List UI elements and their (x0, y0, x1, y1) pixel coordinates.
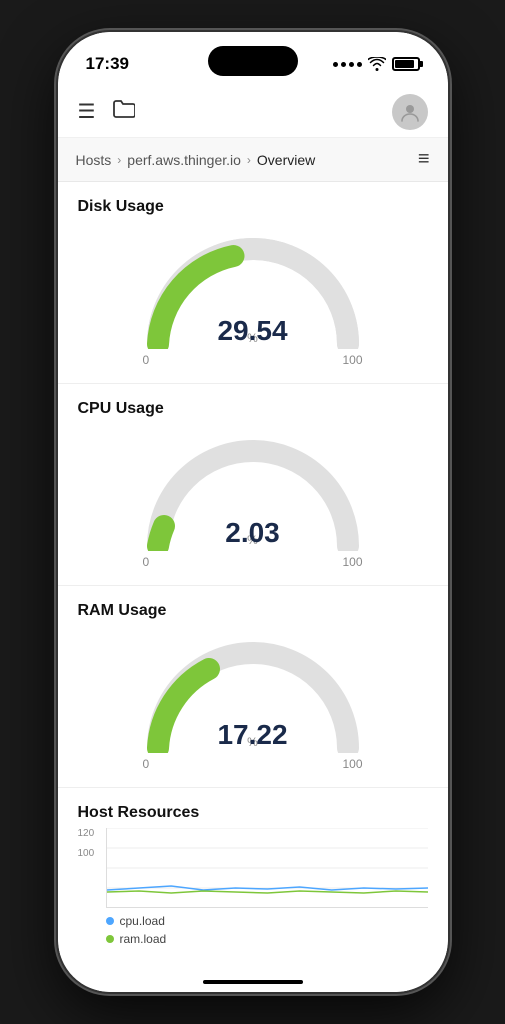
disk-gauge-container: 29.54 % 0 100 (78, 224, 428, 367)
cpu-max: 100 (342, 555, 362, 569)
ram-gauge: 17.22 % (143, 638, 363, 753)
wifi-icon (368, 57, 386, 71)
status-time: 17:39 (86, 54, 129, 74)
cpu-value: 2.03 (225, 519, 280, 547)
disk-value: 29.54 (217, 317, 287, 345)
cpu-gauge-container: 2.03 % 0 100 (78, 426, 428, 569)
status-icons (333, 57, 420, 71)
breadcrumb: Hosts › perf.aws.thinger.io › Overview (76, 152, 316, 168)
ram-min: 0 (143, 757, 150, 771)
legend-cpu-dot (106, 917, 114, 925)
nav-left: ☰ (78, 99, 136, 125)
chart-y-100: 100 (78, 848, 95, 859)
cpu-gauge: 2.03 % (143, 436, 363, 551)
host-resources-section: Host Resources 120 100 (58, 788, 448, 956)
ram-usage-section: RAM Usage 17.22 % 0 (58, 586, 448, 788)
disk-min: 0 (143, 353, 150, 367)
avatar[interactable] (392, 94, 428, 130)
legend-ram: ram.load (106, 932, 428, 946)
breadcrumb-hosts[interactable]: Hosts (76, 152, 112, 168)
home-indicator (203, 980, 303, 984)
cpu-min: 0 (143, 555, 150, 569)
breadcrumb-bar: Hosts › perf.aws.thinger.io › Overview ≡ (58, 138, 448, 182)
disk-gauge: 29.54 % (143, 234, 363, 349)
ram-value: 17.22 (217, 721, 287, 749)
disk-usage-title: Disk Usage (78, 198, 428, 216)
cpu-labels: 0 100 (143, 555, 363, 569)
dynamic-island (208, 46, 298, 76)
cpu-usage-title: CPU Usage (78, 400, 428, 418)
disk-max: 100 (342, 353, 362, 367)
chart-y-120: 120 (78, 828, 95, 839)
battery-icon (392, 57, 420, 71)
host-resources-title: Host Resources (78, 804, 428, 822)
ram-max: 100 (342, 757, 362, 771)
legend-ram-label: ram.load (120, 932, 167, 946)
breadcrumb-page: Overview (257, 152, 315, 168)
cpu-usage-section: CPU Usage 2.03 % 0 (58, 384, 448, 586)
chart-legend: cpu.load ram.load (106, 914, 428, 946)
ram-usage-title: RAM Usage (78, 602, 428, 620)
breadcrumb-sep-2: › (247, 153, 251, 167)
folder-icon[interactable] (113, 99, 135, 125)
menu-icon[interactable]: ☰ (78, 99, 96, 124)
disk-labels: 0 100 (143, 353, 363, 367)
content-area: Disk Usage 29.54 % (58, 182, 448, 992)
ram-gauge-container: 17.22 % 0 100 (78, 628, 428, 771)
breadcrumb-host[interactable]: perf.aws.thinger.io (127, 152, 241, 168)
legend-ram-dot (106, 935, 114, 943)
breadcrumb-menu-icon[interactable]: ≡ (418, 148, 430, 171)
legend-cpu-label: cpu.load (120, 914, 165, 928)
breadcrumb-sep-1: › (117, 153, 121, 167)
disk-usage-section: Disk Usage 29.54 % (58, 182, 448, 384)
legend-cpu: cpu.load (106, 914, 428, 928)
top-nav: ☰ (58, 86, 448, 138)
chart-area (106, 828, 428, 908)
signal-icon (333, 62, 362, 67)
ram-labels: 0 100 (143, 757, 363, 771)
